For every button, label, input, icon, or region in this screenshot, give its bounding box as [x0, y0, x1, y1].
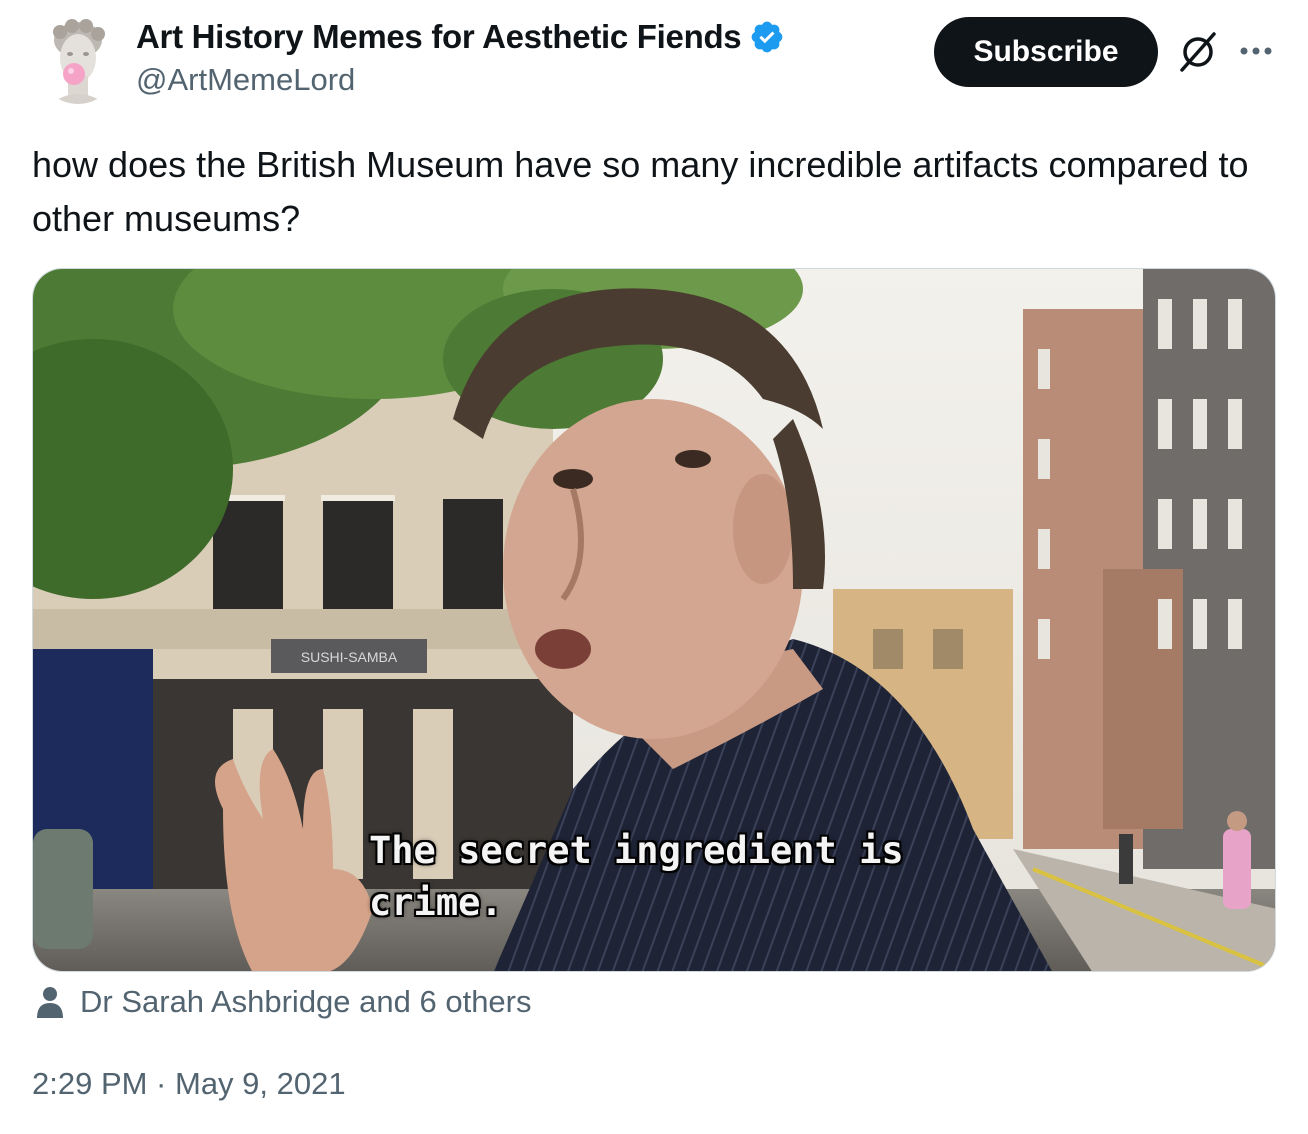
author-handle[interactable]: @ArtMemeLord — [136, 62, 355, 98]
author-name-text: Art History Memes for Aesthetic Fiends — [136, 18, 742, 55]
slashed-circle-icon[interactable] — [1176, 30, 1220, 74]
verified-badge-icon — [749, 19, 785, 55]
svg-text:SUSHI-SAMBA: SUSHI-SAMBA — [301, 649, 398, 665]
avatar[interactable] — [36, 14, 120, 104]
tweet-text: how does the British Museum have so many… — [32, 144, 1249, 239]
person-icon — [34, 985, 66, 1019]
tweet-timestamp[interactable]: 2:29 PM · May 9, 2021 — [32, 1066, 346, 1102]
subscribe-button[interactable]: Subscribe — [934, 17, 1158, 87]
tagged-users-text: Dr Sarah Ashbridge and 6 others — [80, 984, 532, 1019]
subtitle-line-1: The secret ingredient is — [369, 829, 904, 872]
tweet-media-image[interactable]: SUSHI-SAMBA The secret ingredient is cri… — [32, 268, 1276, 972]
tagged-users[interactable]: Dr Sarah Ashbridge and 6 others — [34, 984, 532, 1020]
subtitle-line-2: crime. — [369, 881, 503, 924]
author-name[interactable]: Art History Memes for Aesthetic Fiends — [136, 18, 785, 56]
meme-subtitle: The secret ingredient is crime. — [369, 825, 904, 929]
ellipsis-icon[interactable] — [1236, 36, 1276, 66]
